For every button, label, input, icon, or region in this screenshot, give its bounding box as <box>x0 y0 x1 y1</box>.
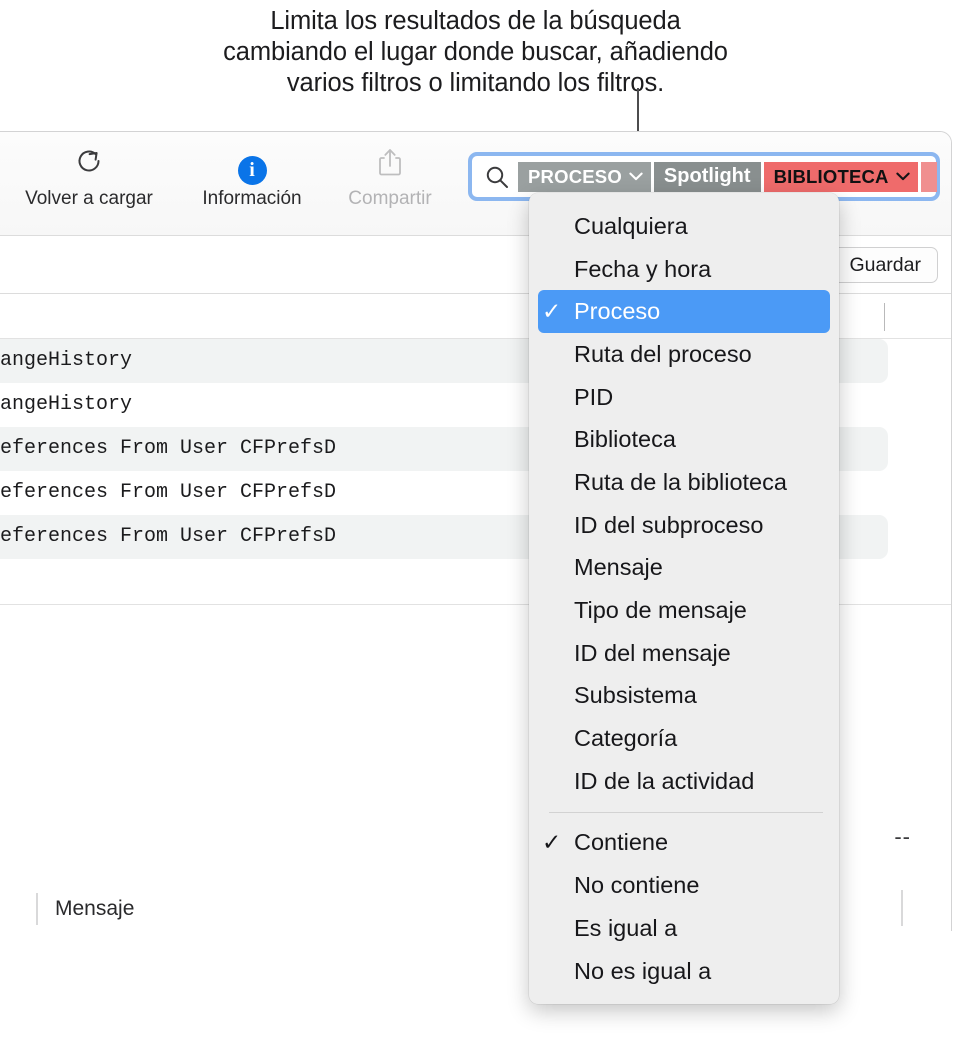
detail-column-label: Mensaje <box>55 897 135 920</box>
callout-caption: Limita los resultados de la búsqueda cam… <box>0 6 963 99</box>
menu-item-label: Fecha y hora <box>574 255 712 282</box>
menu-item-label: Proceso <box>574 298 661 325</box>
menu-item-label: ID de la actividad <box>574 767 755 794</box>
menu-item-proceso[interactable]: ✓ Proceso <box>538 290 830 334</box>
menu-item-label: Subsistema <box>574 682 697 709</box>
search-icon <box>484 164 518 190</box>
menu-item-label: Tipo de mensaje <box>574 597 747 624</box>
search-token-biblioteca-label: BIBLIOTECA <box>773 165 889 187</box>
menu-item-label: Mensaje <box>574 554 663 581</box>
chevron-down-icon[interactable] <box>629 172 643 181</box>
menu-item-label: Ruta de la biblioteca <box>574 468 787 495</box>
menu-item-id-del-subproceso[interactable]: ID del subproceso <box>529 504 839 547</box>
column-divider <box>36 893 38 925</box>
chevron-down-icon[interactable] <box>895 172 910 181</box>
info-icon: i <box>237 156 267 185</box>
menu-item-label: No es igual a <box>574 957 712 984</box>
reload-icon-wrap <box>4 146 174 186</box>
column-divider <box>901 890 903 926</box>
reload-button-label: Volver a cargar <box>25 188 153 209</box>
check-icon: ✓ <box>542 298 562 325</box>
detail-empty-value: -- <box>894 824 911 849</box>
share-icon-wrap <box>305 146 475 186</box>
search-token-trailing-segment[interactable] <box>920 161 937 192</box>
menu-item-label: Es igual a <box>574 914 678 941</box>
menu-item-subsistema[interactable]: Subsistema <box>529 675 839 718</box>
search-token-proceso[interactable]: PROCESO <box>518 161 651 192</box>
menu-item-contiene[interactable]: ✓ Contiene <box>529 822 839 865</box>
menu-item-id-de-la-actividad[interactable]: ID de la actividad <box>529 760 839 803</box>
detail-column-header: Mensaje <box>36 892 134 926</box>
callout-line-2: cambiando el lugar donde buscar, añadien… <box>223 38 728 66</box>
menu-item-no-es-igual-a[interactable]: No es igual a <box>529 950 839 993</box>
reload-icon <box>74 146 104 176</box>
menu-separator <box>549 811 823 813</box>
reload-button[interactable]: Volver a cargar <box>4 146 174 212</box>
menu-item-label: Ruta del proceso <box>574 340 752 367</box>
menu-item-categoria[interactable]: Categoría <box>529 717 839 760</box>
menu-item-ruta-de-la-biblioteca[interactable]: Ruta de la biblioteca <box>529 461 839 504</box>
search-token-proceso-label: PROCESO <box>528 165 622 187</box>
menu-item-label: Categoría <box>574 725 678 752</box>
menu-item-es-igual-a[interactable]: Es igual a <box>529 907 839 950</box>
callout-line-3: varios filtros o limitando los filtros. <box>286 69 665 97</box>
menu-item-label: Cualquiera <box>574 212 688 239</box>
menu-item-label: Contiene <box>574 829 669 856</box>
menu-item-label: PID <box>574 383 614 410</box>
menu-item-id-del-mensaje[interactable]: ID del mensaje <box>529 632 839 675</box>
menu-item-ruta-del-proceso[interactable]: Ruta del proceso <box>529 333 839 376</box>
save-button[interactable]: Guardar <box>832 247 938 283</box>
menu-item-tipo-de-mensaje[interactable]: Tipo de mensaje <box>529 589 839 632</box>
menu-item-cualquiera[interactable]: Cualquiera <box>529 205 839 248</box>
menu-item-fecha-y-hora[interactable]: Fecha y hora <box>529 248 839 291</box>
menu-item-label: ID del mensaje <box>574 639 731 666</box>
search-token-spotlight[interactable]: Spotlight <box>653 161 761 192</box>
menu-item-label: ID del subproceso <box>574 511 764 538</box>
share-button-label: Compartir <box>348 188 432 209</box>
menu-item-label: No contiene <box>574 872 700 899</box>
search-token-spotlight-label: Spotlight <box>663 165 751 187</box>
menu-item-pid[interactable]: PID <box>529 376 839 419</box>
check-icon: ✓ <box>542 829 562 856</box>
search-token-biblioteca[interactable]: BIBLIOTECA <box>763 161 918 192</box>
column-divider <box>884 303 885 331</box>
menu-item-no-contiene[interactable]: No contiene <box>529 864 839 907</box>
callout-line-1: Limita los resultados de la búsqueda <box>270 7 681 35</box>
search-field-popup-menu: Cualquiera Fecha y hora ✓ Proceso Ruta d… <box>529 193 839 1005</box>
menu-item-mensaje[interactable]: Mensaje <box>529 547 839 590</box>
menu-item-label: Biblioteca <box>574 426 676 453</box>
share-button[interactable]: Compartir <box>305 146 475 212</box>
menu-item-biblioteca[interactable]: Biblioteca <box>529 418 839 461</box>
